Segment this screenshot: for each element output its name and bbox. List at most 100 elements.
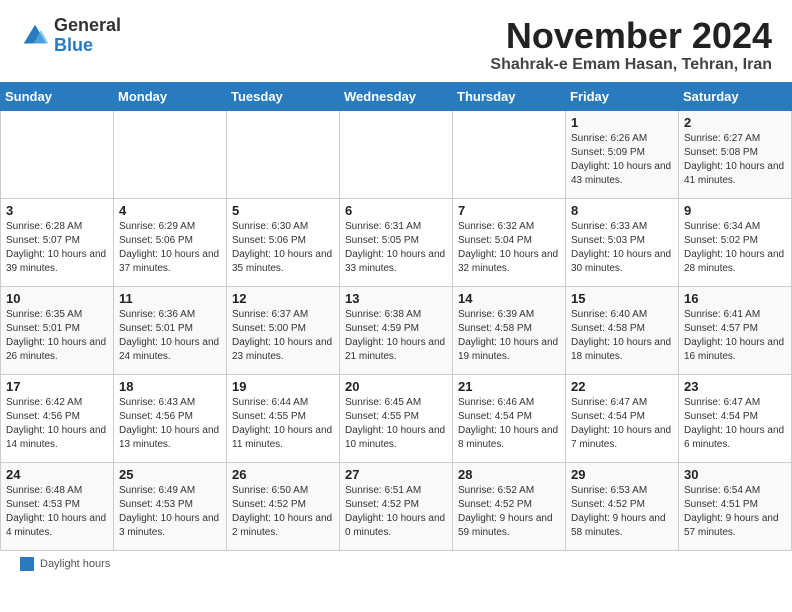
day-number: 14 [458,291,560,306]
day-number: 28 [458,467,560,482]
calendar-day-cell: 12 Sunrise: 6:37 AM Sunset: 5:00 PM Dayli… [227,286,340,374]
day-number: 12 [232,291,334,306]
day-number: 18 [119,379,221,394]
month-title: November 2024 [490,16,772,56]
calendar-day-cell: 10Sunrise: 6:35 AM Sunset: 5:01 PM Dayli… [1,286,114,374]
location-subtitle: Shahrak-e Emam Hasan, Tehran, Iran [490,56,772,74]
page-header: General Blue November 2024 Shahrak-e Ema… [0,0,792,82]
logo-icon [20,21,50,51]
calendar-footer: Daylight hours [0,551,792,577]
calendar-day-cell: 17 Sunrise: 6:42 AM Sunset: 4:56 PM Dayli… [1,374,114,462]
calendar-week-row: 24Sunrise: 6:48 AM Sunset: 4:53 PM Dayli… [1,462,792,550]
logo-general-text: General [54,16,121,36]
day-info: Sunrise: 6:36 AM Sunset: 5:01 PM Dayligh… [119,308,221,364]
day-info: Sunrise: 6:47 AM Sunset: 4:54 PM Dayligh… [571,396,673,452]
legend-label: Daylight hours [40,558,110,570]
day-info: Sunrise: 6:31 AM Sunset: 5:05 PM Dayligh… [345,220,447,276]
day-number: 3 [6,203,108,218]
day-of-week-header: Sunday [1,82,114,110]
day-info: Sunrise: 6:53 AM Sunset: 4:52 PM Dayligh… [571,484,673,540]
day-number: 16 [684,291,786,306]
day-info: Sunrise: 6:33 AM Sunset: 5:03 PM Dayligh… [571,220,673,276]
day-number: 17 [6,379,108,394]
day-number: 22 [571,379,673,394]
calendar-day-cell [453,110,566,198]
title-block: November 2024 Shahrak-e Emam Hasan, Tehr… [490,16,772,74]
day-number: 4 [119,203,221,218]
calendar-day-cell: 9 Sunrise: 6:34 AM Sunset: 5:02 PM Daylig… [679,198,792,286]
day-number: 13 [345,291,447,306]
day-info: Sunrise: 6:27 AM Sunset: 5:08 PM Dayligh… [684,132,786,188]
calendar-day-cell: 21 Sunrise: 6:46 AM Sunset: 4:54 PM Dayli… [453,374,566,462]
day-info: Sunrise: 6:45 AM Sunset: 4:55 PM Dayligh… [345,396,447,452]
day-info: Sunrise: 6:29 AM Sunset: 5:06 PM Dayligh… [119,220,221,276]
day-info: Sunrise: 6:30 AM Sunset: 5:06 PM Dayligh… [232,220,334,276]
calendar-day-cell: 30Sunrise: 6:54 AM Sunset: 4:51 PM Dayli… [679,462,792,550]
calendar-day-cell: 8 Sunrise: 6:33 AM Sunset: 5:03 PM Daylig… [566,198,679,286]
calendar-day-cell: 6 Sunrise: 6:31 AM Sunset: 5:05 PM Daylig… [340,198,453,286]
logo-blue-text: Blue [54,36,121,56]
day-of-week-header: Monday [114,82,227,110]
day-number: 8 [571,203,673,218]
calendar-day-cell: 18Sunrise: 6:43 AM Sunset: 4:56 PM Dayli… [114,374,227,462]
calendar-day-cell [114,110,227,198]
calendar-day-cell: 29 Sunrise: 6:53 AM Sunset: 4:52 PM Dayli… [566,462,679,550]
day-info: Sunrise: 6:40 AM Sunset: 4:58 PM Dayligh… [571,308,673,364]
day-of-week-header: Thursday [453,82,566,110]
day-number: 25 [119,467,221,482]
day-number: 7 [458,203,560,218]
day-number: 30 [684,467,786,482]
calendar-week-row: 10Sunrise: 6:35 AM Sunset: 5:01 PM Dayli… [1,286,792,374]
day-info: Sunrise: 6:52 AM Sunset: 4:52 PM Dayligh… [458,484,560,540]
day-info: Sunrise: 6:38 AM Sunset: 4:59 PM Dayligh… [345,308,447,364]
day-number: 11 [119,291,221,306]
day-info: Sunrise: 6:39 AM Sunset: 4:58 PM Dayligh… [458,308,560,364]
day-info: Sunrise: 6:49 AM Sunset: 4:53 PM Dayligh… [119,484,221,540]
day-of-week-header: Friday [566,82,679,110]
day-of-week-header: Tuesday [227,82,340,110]
calendar-day-cell: 25 Sunrise: 6:49 AM Sunset: 4:53 PM Dayli… [114,462,227,550]
calendar-day-cell [1,110,114,198]
calendar-day-cell: 13 Sunrise: 6:38 AM Sunset: 4:59 PM Dayli… [340,286,453,374]
day-info: Sunrise: 6:37 AM Sunset: 5:00 PM Dayligh… [232,308,334,364]
day-number: 23 [684,379,786,394]
day-info: Sunrise: 6:46 AM Sunset: 4:54 PM Dayligh… [458,396,560,452]
calendar-day-cell: 4 Sunrise: 6:29 AM Sunset: 5:06 PM Daylig… [114,198,227,286]
legend-color-box [20,557,34,571]
day-info: Sunrise: 6:34 AM Sunset: 5:02 PM Dayligh… [684,220,786,276]
calendar-day-cell: 3 Sunrise: 6:28 AM Sunset: 5:07 PM Daylig… [1,198,114,286]
calendar-day-cell: 5Sunrise: 6:30 AM Sunset: 5:06 PM Daylig… [227,198,340,286]
day-number: 10 [6,291,108,306]
day-info: Sunrise: 6:44 AM Sunset: 4:55 PM Dayligh… [232,396,334,452]
calendar-day-cell: 26Sunrise: 6:50 AM Sunset: 4:52 PM Dayli… [227,462,340,550]
day-info: Sunrise: 6:28 AM Sunset: 5:07 PM Dayligh… [6,220,108,276]
calendar-day-cell: 15Sunrise: 6:40 AM Sunset: 4:58 PM Dayli… [566,286,679,374]
day-of-week-header: Saturday [679,82,792,110]
calendar-day-cell: 23 Sunrise: 6:47 AM Sunset: 4:54 PM Dayli… [679,374,792,462]
calendar-day-cell: 11 Sunrise: 6:36 AM Sunset: 5:01 PM Dayli… [114,286,227,374]
day-number: 6 [345,203,447,218]
calendar-day-cell: 1Sunrise: 6:26 AM Sunset: 5:09 PM Daylig… [566,110,679,198]
calendar-day-cell: 14 Sunrise: 6:39 AM Sunset: 4:58 PM Dayli… [453,286,566,374]
day-info: Sunrise: 6:47 AM Sunset: 4:54 PM Dayligh… [684,396,786,452]
calendar-day-cell: 19Sunrise: 6:44 AM Sunset: 4:55 PM Dayli… [227,374,340,462]
calendar-table: SundayMondayTuesdayWednesdayThursdayFrid… [0,82,792,551]
calendar-header-row: SundayMondayTuesdayWednesdayThursdayFrid… [1,82,792,110]
day-of-week-header: Wednesday [340,82,453,110]
calendar-week-row: 17 Sunrise: 6:42 AM Sunset: 4:56 PM Dayli… [1,374,792,462]
calendar-day-cell: 28 Sunrise: 6:52 AM Sunset: 4:52 PM Dayli… [453,462,566,550]
calendar-day-cell: 24Sunrise: 6:48 AM Sunset: 4:53 PM Dayli… [1,462,114,550]
day-number: 2 [684,115,786,130]
day-info: Sunrise: 6:32 AM Sunset: 5:04 PM Dayligh… [458,220,560,276]
calendar-week-row: 3 Sunrise: 6:28 AM Sunset: 5:07 PM Daylig… [1,198,792,286]
calendar-day-cell [227,110,340,198]
day-number: 29 [571,467,673,482]
day-number: 27 [345,467,447,482]
day-number: 21 [458,379,560,394]
day-info: Sunrise: 6:41 AM Sunset: 4:57 PM Dayligh… [684,308,786,364]
day-info: Sunrise: 6:48 AM Sunset: 4:53 PM Dayligh… [6,484,108,540]
day-number: 9 [684,203,786,218]
day-info: Sunrise: 6:42 AM Sunset: 4:56 PM Dayligh… [6,396,108,452]
calendar-day-cell: 20Sunrise: 6:45 AM Sunset: 4:55 PM Dayli… [340,374,453,462]
calendar-day-cell: 22 Sunrise: 6:47 AM Sunset: 4:54 PM Dayli… [566,374,679,462]
